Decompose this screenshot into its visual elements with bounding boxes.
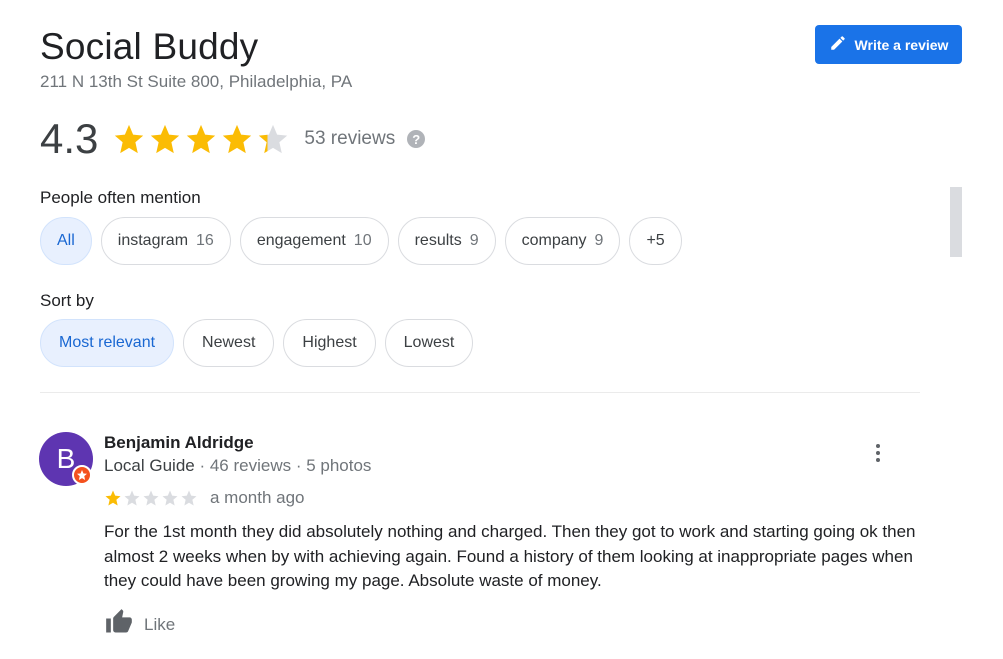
rating-star-icon — [187, 124, 216, 154]
review-date: a month ago — [210, 488, 305, 507]
sort-option[interactable]: Newest — [183, 319, 275, 367]
mentions-label: People often mention — [40, 188, 201, 207]
mention-chip[interactable]: results 9 — [397, 217, 496, 265]
mention-chip[interactable]: instagram 16 — [100, 217, 231, 265]
mention-chips: All instagram 16 engagement 10 results 9 compan… — [40, 217, 682, 265]
rating-star-icon — [259, 124, 288, 154]
mention-chip-count: 10 — [353, 232, 372, 249]
sort-option-label: Newest — [202, 334, 256, 351]
write-review-button[interactable]: Write a review — [815, 25, 962, 64]
like-button[interactable]: Like — [104, 608, 175, 641]
sort-option-label: Lowest — [403, 334, 455, 351]
more-options-icon[interactable] — [866, 441, 890, 465]
review-rating-row: a month ago — [104, 488, 305, 508]
rating-star-icon — [223, 124, 252, 154]
help-icon[interactable]: ? — [407, 130, 426, 148]
review-stars — [104, 489, 198, 507]
reviewer-name[interactable]: Benjamin Aldridge — [104, 433, 254, 453]
rating-star-icon — [115, 124, 144, 154]
mention-chip[interactable]: +5 — [629, 217, 682, 265]
review-star-icon — [105, 490, 121, 506]
review-text: For the 1st month they did absolutely no… — [104, 522, 916, 590]
thumbs-up-icon — [104, 608, 134, 641]
rating-star-icon — [151, 124, 180, 154]
rating-stars — [112, 122, 290, 156]
mention-chip[interactable]: company 9 — [504, 217, 621, 265]
sort-option[interactable]: Lowest — [384, 319, 474, 367]
rating-summary: 4.3 53 reviews ? — [40, 114, 426, 164]
mention-chip[interactable]: engagement 10 — [239, 217, 389, 265]
review-star-icon — [162, 490, 178, 506]
local-guide-badge-icon — [72, 465, 92, 485]
review-star-icon — [181, 490, 197, 506]
sort-option-label: Most relevant — [59, 334, 156, 351]
mention-chip-label: engagement — [256, 232, 346, 249]
reviewer-stats: · 46 reviews · 5 photos — [194, 456, 372, 475]
sort-options: Most relevant Newest Highest Lowest — [40, 319, 474, 367]
local-guide-label: Local Guide — [104, 456, 195, 475]
review-count[interactable]: 53 reviews — [304, 128, 395, 150]
scrollbar[interactable] — [950, 187, 962, 257]
mention-chip-label: +5 — [646, 232, 665, 249]
mention-chip-count: 9 — [594, 232, 604, 249]
rating-value: 4.3 — [40, 115, 99, 162]
mention-chip-label: instagram — [117, 232, 189, 249]
mention-chip-label: All — [57, 232, 75, 249]
pencil-icon — [829, 34, 847, 55]
mention-chip[interactable]: All — [40, 217, 92, 265]
mention-chip-count: 16 — [196, 232, 214, 249]
reviewer-meta: Local Guide · 46 reviews · 5 photos — [104, 456, 371, 476]
mention-chip-label: company — [521, 232, 587, 249]
mention-chip-label: results — [414, 232, 462, 249]
mention-chip-count: 9 — [469, 232, 479, 249]
sort-option-label: Highest — [302, 334, 357, 351]
review-star-icon — [124, 490, 140, 506]
like-label: Like — [144, 614, 176, 634]
business-name: Social Buddy — [40, 26, 259, 67]
review-star-icon — [143, 490, 159, 506]
divider — [40, 392, 920, 393]
sort-label: Sort by — [40, 291, 94, 310]
write-review-label: Write a review — [854, 36, 949, 53]
sort-option[interactable]: Highest — [283, 319, 376, 367]
sort-option[interactable]: Most relevant — [40, 319, 175, 367]
business-address: 211 N 13th St Suite 800, Philadelphia, P… — [40, 72, 353, 91]
